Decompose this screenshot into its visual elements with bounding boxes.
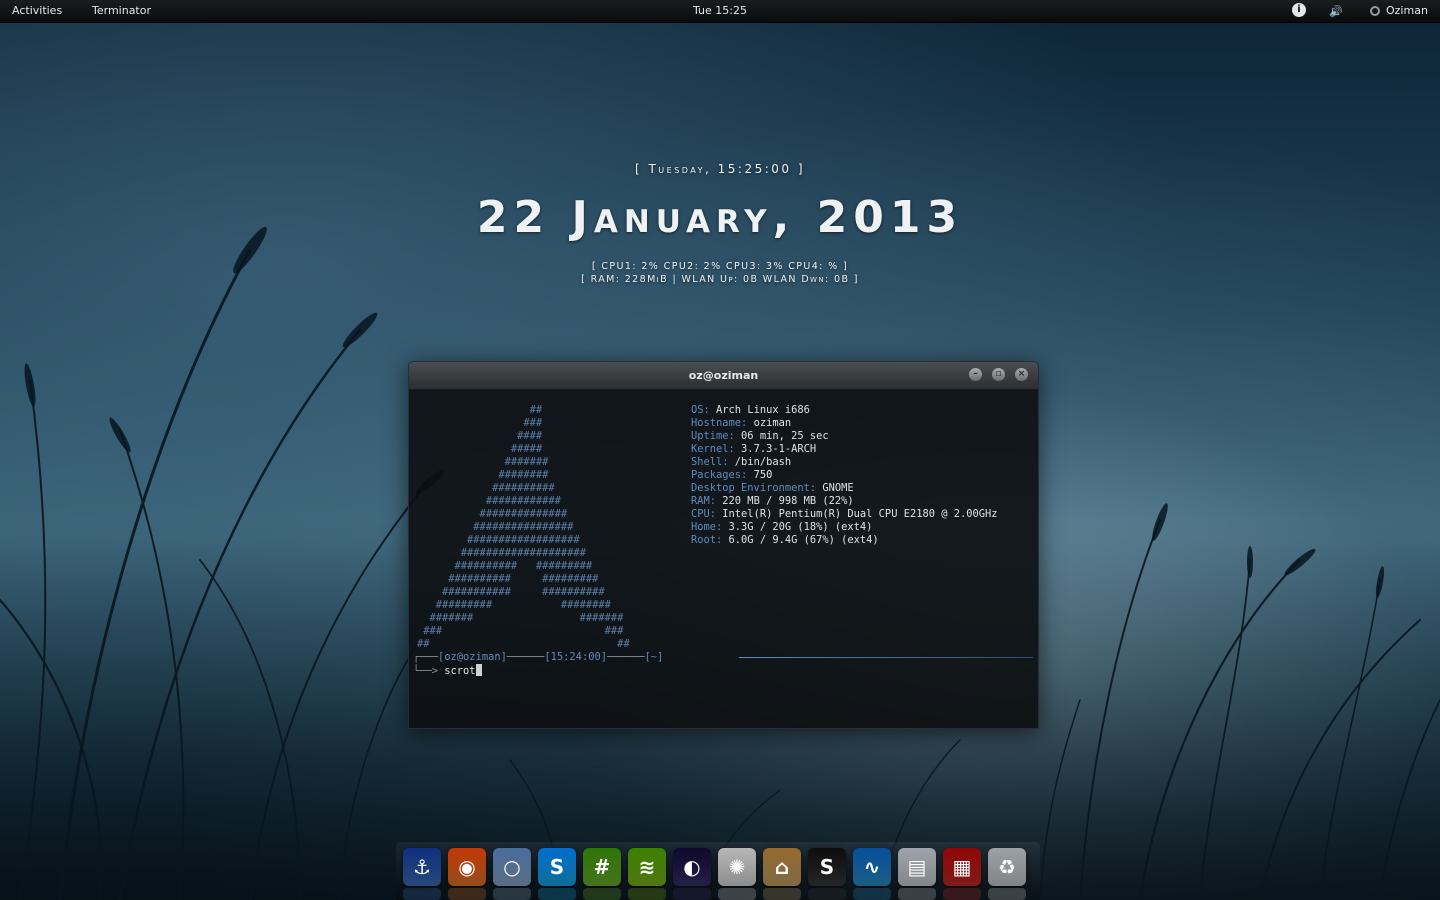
info-cpu: CPU: Intel(R) Pentium(R) Dual CPU E2180 …	[691, 508, 998, 520]
user-menu-button[interactable]: Oziman	[1386, 4, 1428, 17]
info-home: Home: 3.3G / 20G (18%) (ext4)	[691, 521, 873, 533]
hexchat-icon[interactable]: #	[583, 848, 621, 886]
arch-ascii-logo: ## ### #### ##### ####### ######## #####…	[417, 404, 630, 650]
home-folder-reflection	[763, 888, 801, 900]
info-desktop-environment: Desktop Environment: GNOME	[691, 482, 854, 494]
workspaces-reflection	[943, 888, 981, 900]
top-panel: Activities Terminator Tue 15:25 i 🔊 Ozim…	[0, 0, 1440, 23]
chromium-reflection	[493, 888, 531, 900]
text-cursor	[475, 664, 482, 676]
info-shell: Shell: /bin/bash	[691, 456, 792, 468]
firefox-icon[interactable]: ◉	[448, 848, 486, 886]
conky-cpu-line: [ CPU1: 2% CPU2: 2% CPU3: 3% CPU4: % ]	[591, 261, 849, 272]
conky-net-line: [ RAM: 228MiB | WLAN Up: 0B WLAN Dwn: 0B…	[581, 274, 859, 285]
home-folder-icon[interactable]: ⌂	[763, 848, 801, 886]
eclipse-icon[interactable]: ◐	[673, 848, 711, 886]
user-status-icon	[1370, 6, 1380, 16]
anchor-icon[interactable]: ⚓	[403, 848, 441, 886]
minimize-button[interactable]: –	[969, 368, 982, 381]
help-icon[interactable]: ✺	[718, 848, 756, 886]
terminal-window[interactable]: oz@oziman – ▫ × ## ### #### ##### ######…	[408, 361, 1039, 729]
info-hostname: Hostname: oziman	[691, 417, 792, 429]
skype-reflection	[538, 888, 576, 900]
hexchat-reflection	[583, 888, 621, 900]
spotify-reflection	[628, 888, 666, 900]
conky-day-line: [ Tuesday, 15:25:00 ]	[634, 162, 806, 176]
sublime-text-icon[interactable]: S	[808, 848, 846, 886]
firefox-reflection	[448, 888, 486, 900]
spotify-icon[interactable]: ≋	[628, 848, 666, 886]
volume-icon[interactable]: 🔊	[1329, 5, 1343, 18]
info-packages: Packages: 750	[691, 469, 773, 481]
prompt-divider	[739, 657, 1033, 658]
info-os: OS: Arch Linux i686	[691, 404, 810, 416]
info-uptime: Uptime: 06 min, 25 sec	[691, 430, 829, 442]
accessibility-icon[interactable]: i	[1292, 3, 1306, 17]
eclipse-reflection	[673, 888, 711, 900]
chromium-icon[interactable]: ○	[493, 848, 531, 886]
close-button[interactable]: ×	[1015, 368, 1028, 381]
terminal-title: oz@oziman	[688, 369, 759, 382]
trash-icon[interactable]: ♻	[988, 848, 1026, 886]
clock-button[interactable]: Tue 15:25	[0, 4, 1440, 17]
terminal-titlebar[interactable]: oz@oziman – ▫ ×	[409, 362, 1038, 390]
conky-date-line: 22 January, 2013	[476, 192, 964, 243]
system-monitor-reflection	[853, 888, 891, 900]
workspaces-icon[interactable]: ▦	[943, 848, 981, 886]
terminal-body[interactable]: ## ### #### ##### ####### ######## #####…	[409, 390, 1038, 728]
skype-icon[interactable]: S	[538, 848, 576, 886]
file-cabinet-reflection	[898, 888, 936, 900]
info-root: Root: 6.0G / 9.4G (67%) (ext4)	[691, 534, 879, 546]
command-line[interactable]: └──> scrot	[413, 664, 482, 678]
sublime-text-reflection	[808, 888, 846, 900]
info-kernel: Kernel: 3.7.3-1-ARCH	[691, 443, 817, 455]
help-reflection	[718, 888, 756, 900]
system-info: OS: Arch Linux i686 Hostname: oziman Upt…	[691, 404, 998, 547]
trash-reflection	[988, 888, 1026, 900]
command-text: scrot	[444, 665, 476, 677]
maximize-button[interactable]: ▫	[992, 368, 1005, 381]
system-monitor-icon[interactable]: ∿	[853, 848, 891, 886]
info-ram: RAM: 220 MB / 998 MB (22%)	[691, 495, 854, 507]
file-cabinet-icon[interactable]: ▤	[898, 848, 936, 886]
anchor-reflection	[403, 888, 441, 900]
